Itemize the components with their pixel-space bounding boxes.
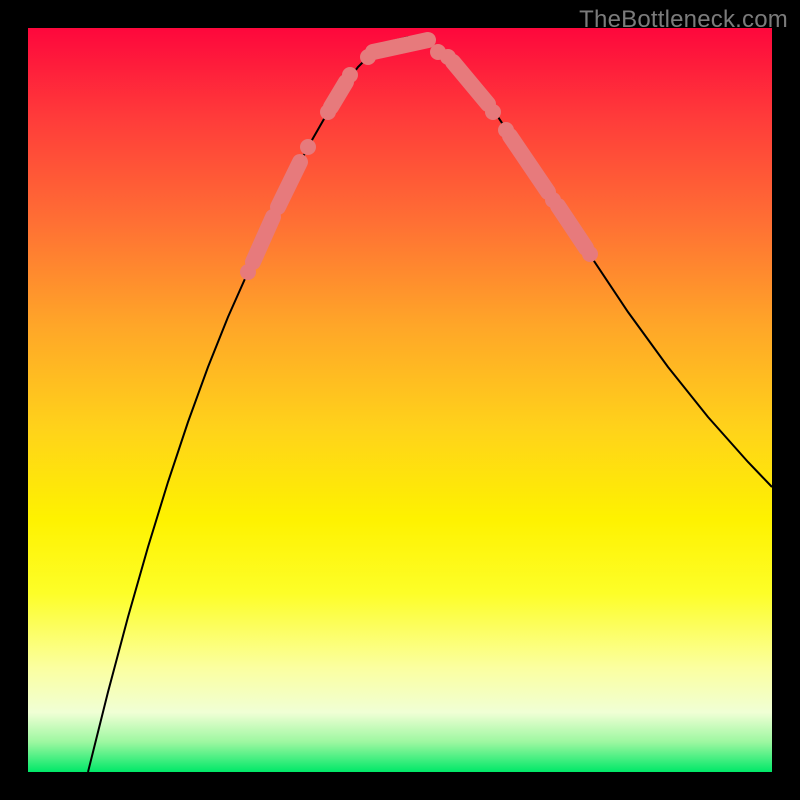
bead-pill <box>278 162 300 207</box>
bead-pill <box>373 40 428 52</box>
bead-dot <box>300 139 316 155</box>
bead-dot <box>342 67 358 83</box>
beads-group <box>240 40 598 280</box>
bottleneck-curve <box>88 37 772 772</box>
bead-pill <box>453 62 488 104</box>
bottleneck-plot <box>28 28 772 772</box>
watermark-text: TheBottleneck.com <box>579 6 788 34</box>
bead-dot <box>582 246 598 262</box>
bead-pill <box>331 82 346 107</box>
chart-frame <box>28 28 772 772</box>
bead-pill <box>510 136 548 192</box>
bead-pill <box>558 206 586 248</box>
bead-pill <box>253 217 273 262</box>
